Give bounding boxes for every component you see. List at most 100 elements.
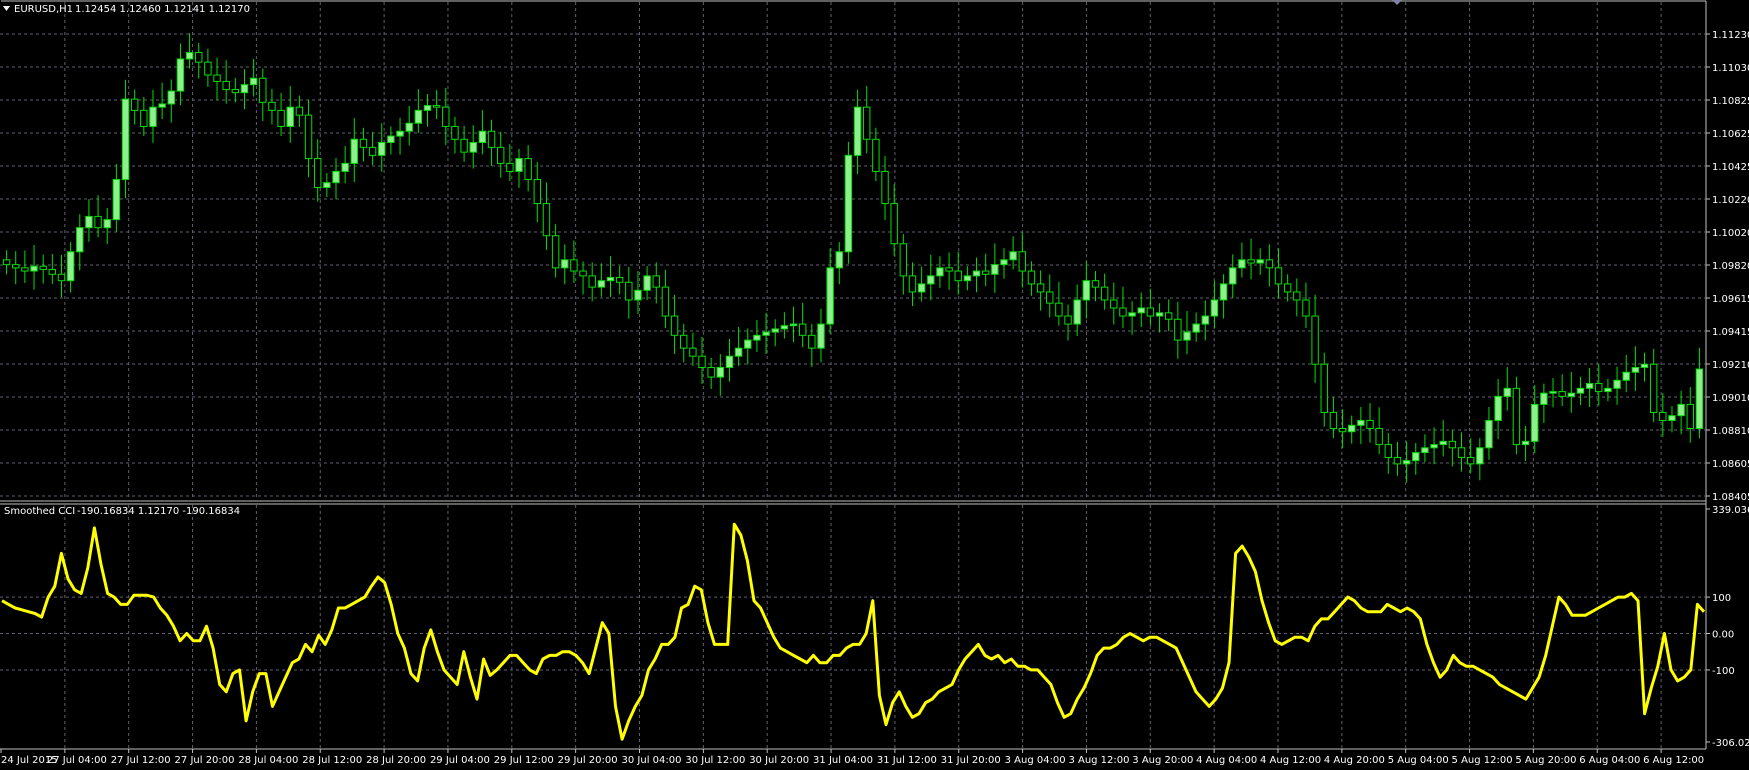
price-tick-label: 1.09820 (1712, 261, 1749, 272)
time-tick-label: 30 Jul 04:00 (622, 755, 682, 766)
candle-body (1576, 387, 1585, 394)
candle-body (634, 289, 642, 301)
candle-body (1677, 403, 1685, 417)
candle-body (1412, 452, 1420, 462)
price-tick-label: 1.09615 (1712, 294, 1749, 305)
candle-body (1229, 267, 1237, 285)
candle-body (689, 347, 697, 357)
candle-body (30, 265, 38, 272)
candle-body (1503, 387, 1511, 397)
candle-body (917, 283, 926, 293)
candle-body (1622, 371, 1630, 381)
trading-chart[interactable]: 1.11230 1.11030 1.10825 1.10625 1.10425 1.102… (0, 0, 1749, 770)
time-tick-label: 30 Jul 12:00 (685, 755, 745, 766)
candle-body (734, 347, 743, 357)
candle-body (808, 334, 816, 349)
candle-body (277, 109, 285, 127)
price-tick-label: 1.08605 (1712, 459, 1749, 470)
time-tick-label: 3 Aug 20:00 (1132, 755, 1193, 766)
candle-body (359, 138, 368, 148)
candle-body (286, 106, 294, 127)
candle-body (908, 275, 917, 293)
candle-body (1668, 415, 1676, 421)
candle-body (497, 146, 505, 164)
price-tick-label: 1.10825 (1712, 96, 1749, 107)
candle-body (643, 275, 651, 291)
candle-body (1082, 280, 1091, 301)
time-tick-label: 27 Jul 20:00 (175, 755, 235, 766)
candle-body (1549, 391, 1557, 394)
candle-body (405, 122, 413, 132)
candle-body (387, 135, 395, 144)
candle-body (835, 251, 843, 269)
candle-body (1146, 307, 1155, 317)
ohlc-readout: 1.12454 1.12460 1.12141 1.12170 (75, 4, 250, 15)
candle-body (1338, 428, 1347, 433)
candle-body (1265, 259, 1274, 269)
candle-body (12, 264, 20, 269)
candle-body (1073, 299, 1081, 325)
candle-body (1000, 259, 1008, 266)
candle-body (103, 219, 111, 229)
candle-body (707, 366, 715, 378)
candle-body (1466, 456, 1475, 465)
candle-body (1192, 323, 1200, 333)
candle-body (1485, 419, 1493, 449)
symbol-title: EURUSD,H1 (14, 4, 73, 15)
candle-body (1064, 315, 1072, 325)
candle-body (1375, 428, 1383, 446)
candle-body (1430, 444, 1438, 449)
time-tick-label: 29 Jul 04:00 (430, 755, 490, 766)
candle-body (652, 275, 660, 288)
candle-body (158, 103, 166, 108)
time-tick-label: 28 Jul 04:00 (238, 755, 298, 766)
candle-body (1201, 315, 1209, 325)
candle-body (817, 323, 825, 349)
candle-body (48, 268, 57, 275)
indicator-readout: -190.16834 1.12170 -190.16834 (77, 506, 240, 517)
candle-body (240, 84, 249, 94)
candle-body (570, 259, 578, 272)
candle-body (1531, 403, 1539, 442)
candle-body (881, 170, 889, 205)
candle-body (1357, 419, 1365, 426)
candle-body (1009, 251, 1017, 261)
candle-body (313, 158, 322, 188)
candle-body (1421, 447, 1429, 454)
candle-body (1018, 251, 1026, 272)
candle-body (21, 267, 29, 272)
candle-body (771, 328, 779, 333)
candle-body (1219, 283, 1228, 301)
candle-body (1155, 312, 1164, 317)
candle-body (661, 286, 670, 317)
candle-body (1512, 387, 1521, 446)
candle-body (872, 138, 880, 172)
candle-body (680, 334, 688, 349)
cci-tick-label: 0.00 (1712, 630, 1734, 641)
price-tick-label: 1.11030 (1712, 63, 1749, 74)
candle-body (625, 281, 633, 301)
candle-body (140, 109, 148, 127)
candle-body (1247, 259, 1255, 264)
candle-body (1119, 307, 1127, 317)
candle-body (927, 275, 935, 285)
candle-body (1604, 387, 1612, 393)
candle-body (1448, 440, 1457, 449)
price-tick-label: 1.11230 (1712, 30, 1749, 41)
candle-body (185, 52, 194, 60)
candle-body (1521, 440, 1530, 446)
candle-body (698, 355, 706, 368)
candle-body (350, 138, 358, 164)
candle-body (1595, 383, 1603, 393)
candle-body (753, 334, 761, 341)
time-tick-label: 29 Jul 20:00 (558, 755, 618, 766)
candle-body (1613, 379, 1621, 389)
candle-body (149, 106, 157, 127)
time-tick-label: 29 Jul 12:00 (494, 755, 554, 766)
candle-body (1659, 411, 1667, 421)
candle-body (954, 270, 962, 282)
candle-body (1320, 363, 1328, 413)
cci-tick-label: 100 (1712, 593, 1731, 604)
time-tick-label: 6 Aug 04:00 (1579, 755, 1640, 766)
candle-body (1631, 366, 1640, 373)
